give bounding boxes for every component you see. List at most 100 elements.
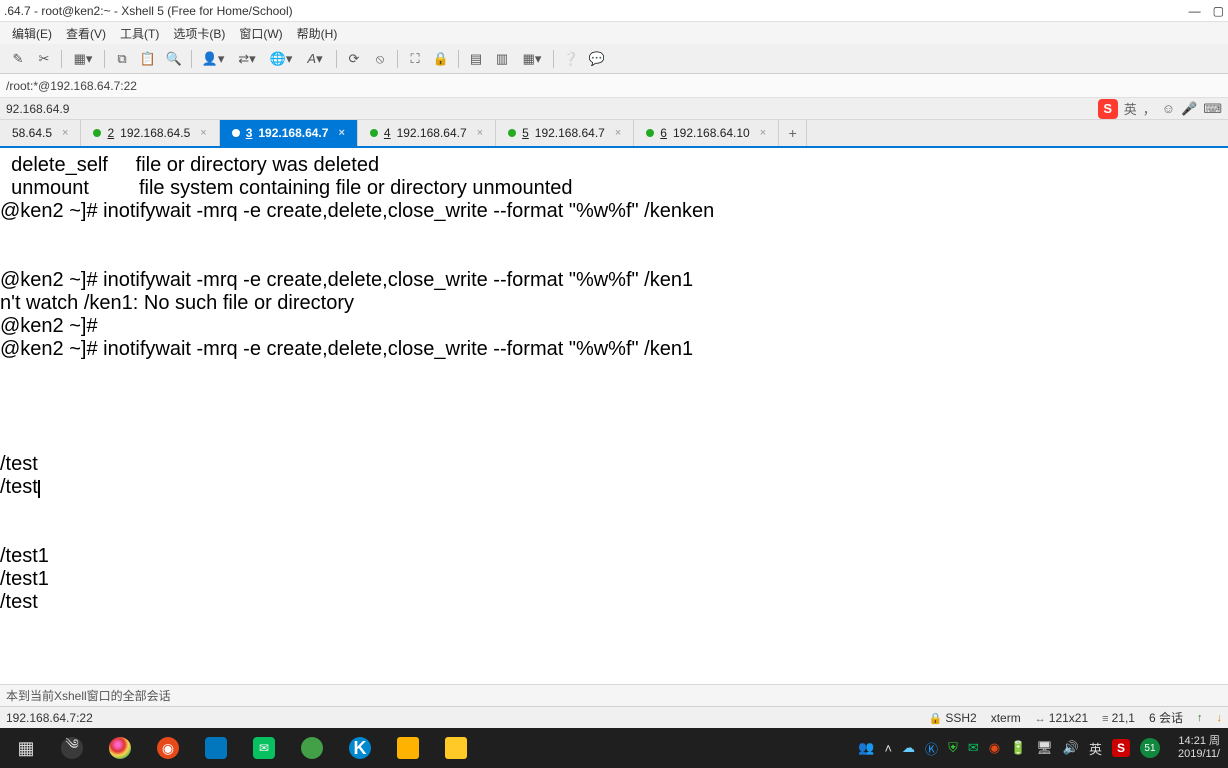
status-term: xterm bbox=[991, 711, 1021, 725]
ime-punct[interactable]: ， bbox=[1143, 99, 1156, 118]
terminal[interactable]: delete_self file or directory was delete… bbox=[0, 148, 1228, 684]
tab-number: 3 bbox=[246, 126, 253, 140]
taskbar-app-explorer[interactable] bbox=[432, 728, 480, 768]
terminal-line: /test bbox=[0, 591, 1228, 614]
taskbar-app-orange[interactable]: ◉ bbox=[144, 728, 192, 768]
menu-window[interactable]: 窗口(W) bbox=[233, 23, 288, 44]
maximize-button[interactable]: ▢ bbox=[1213, 4, 1224, 18]
status-dot-icon bbox=[508, 129, 516, 137]
session-tab[interactable]: 5 192.168.64.7× bbox=[496, 120, 634, 146]
fullscreen-icon[interactable]: ⛶ bbox=[403, 47, 427, 71]
sogou-ime-icon[interactable]: S bbox=[1098, 99, 1118, 119]
address-bar[interactable]: /root:*@192.168.64.7:22 bbox=[0, 74, 1228, 98]
tab-label: 58.64.5 bbox=[12, 126, 52, 140]
session-tab[interactable]: 4 192.168.64.7× bbox=[358, 120, 496, 146]
lock-icon: 🔒 bbox=[929, 713, 946, 725]
taskbar-clock[interactable]: 14:21 周 2019/11/ bbox=[1178, 735, 1220, 761]
tray-volume-icon[interactable]: 🔊 bbox=[1063, 740, 1079, 756]
tray-ime-lang[interactable]: 英 bbox=[1089, 739, 1102, 758]
copy-icon[interactable]: ⧉ bbox=[110, 47, 134, 71]
stop-icon[interactable]: ⦸ bbox=[368, 47, 392, 71]
taskbar-app-green[interactable] bbox=[288, 728, 336, 768]
tray-badge[interactable]: 51 bbox=[1140, 738, 1160, 758]
close-icon[interactable]: × bbox=[338, 127, 344, 139]
paste-icon[interactable]: 📋 bbox=[136, 47, 160, 71]
menu-help[interactable]: 帮助(H) bbox=[291, 23, 344, 44]
down-arrow-icon: ↓ bbox=[1217, 712, 1223, 724]
tray-monitor-icon[interactable]: 🖥 bbox=[1036, 740, 1053, 756]
session-tab[interactable]: 6 192.168.64.10× bbox=[634, 120, 779, 146]
session-path: 92.168.64.9 bbox=[6, 102, 69, 116]
close-icon[interactable]: × bbox=[200, 127, 206, 139]
tab-number: 4 bbox=[384, 126, 391, 140]
session-tab[interactable]: 3 192.168.64.7 × bbox=[220, 120, 358, 146]
start-button[interactable]: ▦ bbox=[4, 728, 48, 768]
ime-emoji-icon[interactable]: ☺ bbox=[1162, 101, 1175, 116]
terminal-line bbox=[0, 499, 1228, 522]
ime-mic-icon[interactable]: 🎤 bbox=[1181, 101, 1197, 117]
globe-dropdown-icon[interactable]: 🌐▾ bbox=[265, 47, 297, 71]
status-size: ↔ 121x21 bbox=[1035, 711, 1088, 725]
session-tab[interactable]: 58.64.5 × bbox=[0, 120, 81, 146]
taskbar-app-kugou[interactable]: K bbox=[336, 728, 384, 768]
minimize-button[interactable]: — bbox=[1189, 4, 1201, 18]
split-h-icon[interactable]: ▤ bbox=[464, 47, 488, 71]
tray-sogou-icon[interactable]: S bbox=[1112, 739, 1130, 757]
menu-tools[interactable]: 工具(T) bbox=[114, 23, 165, 44]
tab-label: 192.168.64.10 bbox=[673, 126, 750, 140]
menu-edit[interactable]: 编辑(E) bbox=[6, 23, 58, 44]
pen-icon[interactable]: ✎ bbox=[6, 47, 30, 71]
tab-label: 192.168.64.5 bbox=[120, 126, 190, 140]
close-icon[interactable]: × bbox=[477, 127, 483, 139]
separator bbox=[61, 50, 62, 68]
tray-battery-icon[interactable]: 🔋 bbox=[1010, 740, 1026, 756]
close-icon[interactable]: × bbox=[760, 127, 766, 139]
separator bbox=[553, 50, 554, 68]
ime-lang[interactable]: 英 bbox=[1124, 99, 1137, 118]
separator bbox=[104, 50, 105, 68]
taskbar-app-notes[interactable] bbox=[384, 728, 432, 768]
tab-label: 192.168.64.7 bbox=[258, 126, 328, 140]
tray-shield-icon[interactable]: ⛨ bbox=[948, 740, 958, 756]
tray-wechat-icon[interactable]: ✉ bbox=[968, 740, 979, 756]
status-sessions: 6 会话 bbox=[1149, 709, 1183, 726]
brush-icon[interactable]: ✂ bbox=[32, 47, 56, 71]
tab-strip: 58.64.5×2 192.168.64.5×3 192.168.64.7×4 … bbox=[0, 120, 1228, 148]
tray-chevron-icon[interactable]: ˄ bbox=[884, 741, 892, 756]
split-v-icon[interactable]: ▥ bbox=[490, 47, 514, 71]
profile-dropdown-icon[interactable]: 👤▾ bbox=[197, 47, 229, 71]
terminal-line: @ken2 ~]# inotifywait -mrq -e create,del… bbox=[0, 200, 1228, 223]
search-icon[interactable]: 🔍 bbox=[162, 47, 186, 71]
address-text: /root:*@192.168.64.7:22 bbox=[6, 79, 137, 93]
help-icon[interactable]: ❔ bbox=[559, 47, 583, 71]
status-protocol: 🔒 SSH2 bbox=[929, 711, 977, 725]
tray-k-icon[interactable]: Ⓚ bbox=[925, 739, 938, 758]
onedrive-icon[interactable]: ☁ bbox=[902, 740, 915, 756]
close-icon[interactable]: × bbox=[62, 127, 68, 139]
terminal-line: /test1 bbox=[0, 568, 1228, 591]
ime-keyboard-icon[interactable]: ⌨ bbox=[1203, 101, 1222, 117]
layout-dropdown-icon[interactable]: ▦▾ bbox=[516, 47, 548, 71]
separator bbox=[336, 50, 337, 68]
menu-view[interactable]: 查看(V) bbox=[60, 23, 112, 44]
session-tab[interactable]: 2 192.168.64.5× bbox=[81, 120, 219, 146]
terminal-line: /test1 bbox=[0, 545, 1228, 568]
taskbar-app-wechat[interactable]: ✉ bbox=[240, 728, 288, 768]
close-icon[interactable]: × bbox=[615, 127, 621, 139]
transfer-dropdown-icon[interactable]: ⇄▾ bbox=[231, 47, 263, 71]
terminal-line bbox=[0, 384, 1228, 407]
people-icon[interactable]: 👥 bbox=[858, 740, 874, 756]
lock-icon[interactable]: 🔒 bbox=[429, 47, 453, 71]
taskbar-app-chrome[interactable] bbox=[96, 728, 144, 768]
new-dropdown-icon[interactable]: ▦▾ bbox=[67, 47, 99, 71]
chat-icon[interactable]: 💬 bbox=[585, 47, 609, 71]
taskbar-app-swirl[interactable]: ༄ bbox=[48, 728, 96, 768]
taskbar-app-vmware[interactable] bbox=[192, 728, 240, 768]
refresh-icon[interactable]: ⟳ bbox=[342, 47, 366, 71]
window-title: .64.7 - root@ken2:~ - Xshell 5 (Free for… bbox=[4, 4, 1189, 18]
new-tab-button[interactable]: + bbox=[779, 120, 807, 146]
menu-tab[interactable]: 选项卡(B) bbox=[167, 23, 231, 44]
font-dropdown-icon[interactable]: A▾ bbox=[299, 47, 331, 71]
tray-orange-icon[interactable]: ◉ bbox=[989, 740, 1000, 756]
broadcast-bar[interactable]: 本到当前Xshell窗口的全部会话 bbox=[0, 684, 1228, 706]
